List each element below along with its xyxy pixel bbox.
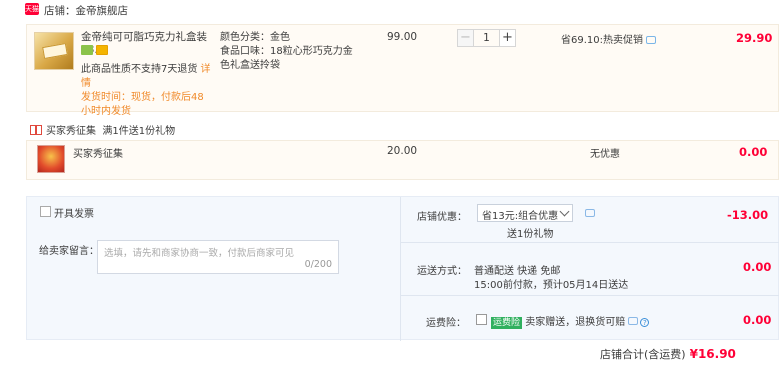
chat-icon[interactable]	[585, 209, 595, 217]
invoice-checkbox[interactable]	[40, 206, 51, 217]
gift-price: 20.00	[387, 145, 418, 157]
help-icon[interactable]: ?	[640, 318, 650, 327]
seller-message-input[interactable]: 选填，请先和商家协商一致，付款后商家可见 0/200	[97, 240, 339, 274]
chevron-down-icon	[559, 206, 570, 217]
sku-flavor: 食品口味：18粒心形巧克力金色礼盒送拎袋	[220, 46, 353, 71]
chat-icon[interactable]	[646, 36, 656, 44]
delivery-time-text: 发货时间：现货，付款后48小时内发货	[81, 92, 204, 117]
insurance-checkbox[interactable]	[476, 314, 487, 325]
shop-discount-label: 店铺优惠：	[417, 212, 467, 223]
shop-discount-select[interactable]: 省13元:组合优惠	[477, 204, 573, 222]
promotion-text: 省69.10:热卖促销	[561, 35, 643, 46]
insurance-label: 运费险：	[426, 318, 466, 329]
insurance-text: 卖家赠送，退换货可赔	[525, 317, 626, 328]
shop-total: 店铺合计(含运费) ¥16.90	[600, 346, 736, 362]
tmall-badge: 天猫	[25, 3, 39, 15]
shop-discount-value: 省13元:组合优惠	[482, 211, 559, 222]
row-divider	[401, 242, 779, 243]
gift-discount: 无优惠	[590, 149, 620, 160]
sku-info: 颜色分类：金色 食品口味：18粒心形巧克力金色礼盒送拎袋	[220, 31, 355, 73]
gift-icon	[30, 125, 42, 135]
insurance-tag: 运费险	[491, 317, 523, 329]
shipping-eta: 15:00前付款，预计05月14日送达	[474, 280, 629, 291]
shop-total-amount: ¥16.90	[689, 347, 736, 361]
invoice-label: 开具发票	[54, 209, 94, 220]
gift-item-row: 买家秀征集 20.00 无优惠 0.00	[26, 140, 779, 180]
quantity-stepper: − 1 +	[457, 29, 516, 47]
product-thumbnail[interactable]	[34, 32, 74, 70]
shipping-method: 普通配送 快递 免邮	[474, 266, 561, 277]
cart-item-row: 金帝纯可可脂巧克力礼盒装18... 此商品性质不支持7天退货 详情 发货时间：现…	[26, 24, 779, 117]
guarantee-icon	[81, 45, 93, 55]
card-payment-icon	[96, 45, 108, 55]
return-policy-text: 此商品性质不支持7天退货	[81, 64, 201, 75]
row-divider	[401, 295, 779, 296]
gift-title: 买家秀征集	[73, 149, 123, 160]
promotion-info: 省69.10:热卖促销	[561, 31, 656, 46]
service-badges	[81, 45, 111, 58]
shop-total-label: 店铺合计(含运费)	[600, 348, 686, 361]
gift-section-note: 满1件送1份礼物	[102, 126, 176, 137]
insurance-amount: 0.00	[743, 313, 772, 327]
gift-total: 0.00	[739, 145, 768, 159]
message-placeholder: 选填，请先和商家协商一致，付款后商家可见	[104, 248, 295, 259]
shop-discount-amount: -13.00	[727, 208, 769, 222]
shipping-label: 运送方式：	[417, 266, 467, 277]
insurance-info: 运费险 卖家赠送，退换货可赔 ?	[491, 313, 650, 329]
unit-price: 99.00	[387, 31, 418, 43]
product-notes: 此商品性质不支持7天退货 详情 发货时间：现货，付款后48小时内发货	[81, 63, 211, 119]
gift-section-label: 买家秀征集	[46, 126, 96, 137]
shop-header: 天猫 店铺：金帝旗舰店	[0, 0, 779, 22]
message-char-count: 0/200	[304, 259, 332, 270]
shop-discount-gift: 送1份礼物	[507, 229, 554, 240]
decrease-quantity-button[interactable]: −	[457, 29, 474, 47]
item-total: 29.90	[736, 31, 773, 45]
shipping-amount: 0.00	[743, 260, 772, 274]
gift-thumbnail[interactable]	[37, 145, 65, 173]
increase-quantity-button[interactable]: +	[499, 29, 516, 47]
sku-color: 颜色分类：金色	[220, 32, 290, 43]
order-options-panel: 开具发票 给卖家留言： 选填，请先和商家协商一致，付款后商家可见 0/200 店…	[26, 196, 779, 341]
chat-icon[interactable]	[628, 317, 639, 325]
gift-section-header: 买家秀征集 满1件送1份礼物	[30, 122, 175, 137]
quantity-input[interactable]: 1	[474, 29, 499, 47]
shop-name-link[interactable]: 店铺：金帝旗舰店	[44, 3, 128, 18]
panel-divider	[400, 197, 401, 341]
message-label: 给卖家留言：	[39, 246, 99, 257]
